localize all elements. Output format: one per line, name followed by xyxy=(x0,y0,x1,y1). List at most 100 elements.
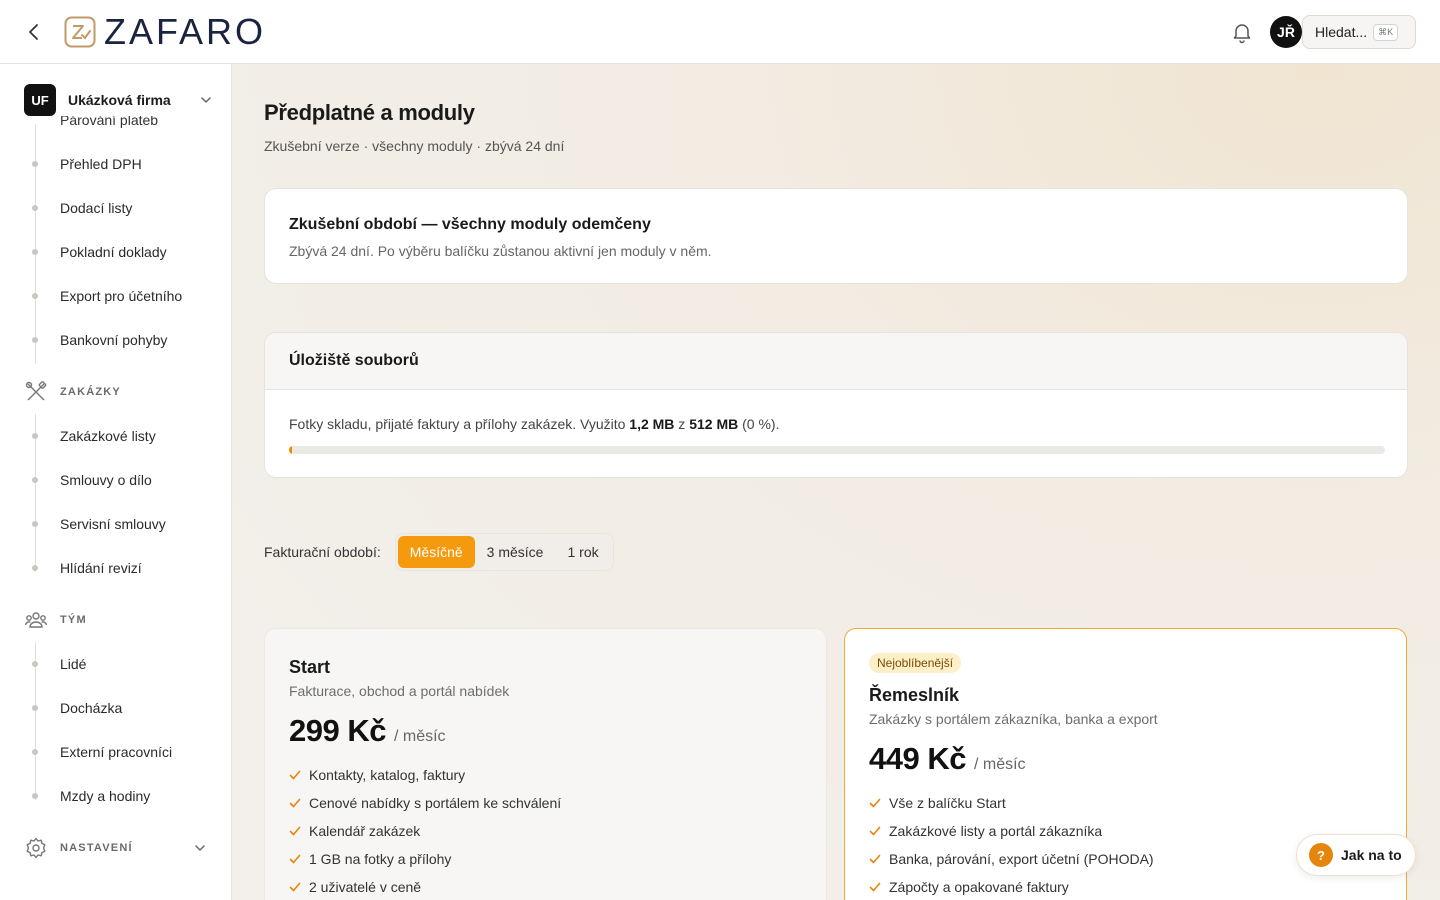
sidebar-item-bankovni-pohyby[interactable]: Bankovní pohyby xyxy=(24,328,167,352)
billing-option-yearly[interactable]: 1 rok xyxy=(555,536,610,568)
plan-card-start[interactable]: Start Fakturace, obchod a portál nabídek… xyxy=(264,628,827,900)
chevron-down-icon xyxy=(198,92,214,108)
check-icon xyxy=(289,826,301,836)
sidebar-item-export-pro-ucetniho[interactable]: Export pro účetního xyxy=(24,284,182,308)
price-amount: 449 Kč xyxy=(869,741,966,776)
plan-name: Řemeslník xyxy=(869,685,960,705)
sidebar-item-smlouvy-o-dilo[interactable]: Smlouvy o dílo xyxy=(24,468,152,492)
sidebar-item-label: Mzdy a hodiny xyxy=(60,788,151,804)
price-period: / měsíc xyxy=(393,728,446,745)
search-button[interactable]: Hledat... ⌘K xyxy=(1302,15,1416,49)
storage-total: 512 MB xyxy=(689,416,739,432)
price-amount: 299 Kč xyxy=(289,713,386,748)
feature-item: Vše z balíčku Start xyxy=(869,789,1154,817)
nav-dot xyxy=(32,205,38,211)
popular-badge: Nejoblíbenější xyxy=(869,653,962,673)
sidebar-item-label: Zakázkové listy xyxy=(60,428,156,444)
check-icon xyxy=(869,798,881,808)
feature-label: Kalendář zakázek xyxy=(309,823,421,839)
sidebar-item-pokladni-doklady[interactable]: Pokladní doklady xyxy=(24,240,167,264)
billing-segmented-control: Měsíčně 3 měsíce 1 rok xyxy=(394,533,614,571)
sidebar-item-lide[interactable]: Lidé xyxy=(24,652,86,676)
billing-period: Fakturační období: Měsíčně 3 měsíce 1 ro… xyxy=(264,533,614,571)
sidebar-item-servisni-smlouvy[interactable]: Servisní smlouvy xyxy=(24,512,166,536)
top-bar: ZAFARO JŘ Hledat... ⌘K xyxy=(0,0,1440,64)
feature-item: Zakázkové listy a portál zákazníka xyxy=(869,817,1154,845)
plan-description: Zakázky s portálem zákazníka, banka a ex… xyxy=(869,711,1158,727)
question-icon: ? xyxy=(1309,843,1333,867)
feature-label: Zakázkové listy a portál zákazníka xyxy=(889,823,1103,839)
section-nastaveni[interactable]: NASTAVENÍ xyxy=(24,836,210,860)
check-icon xyxy=(869,826,881,836)
bell-icon[interactable] xyxy=(1230,20,1254,44)
feature-list: Kontakty, katalog, faktury Cenové nabídk… xyxy=(289,761,561,900)
gear-icon xyxy=(24,836,48,860)
storage-card: Úložiště souborů Fotky skladu, přijaté f… xyxy=(264,332,1408,478)
feature-item: 2 uživatelé v ceně xyxy=(289,873,561,900)
check-icon xyxy=(289,882,301,892)
help-label: Jak na to xyxy=(1341,847,1402,863)
page-subtitle: Zkušební verze · všechny moduly · zbývá … xyxy=(264,138,565,154)
section-label: NASTAVENÍ xyxy=(60,842,133,854)
plan-description: Fakturace, obchod a portál nabídek xyxy=(289,683,510,699)
sidebar-item-dochazka[interactable]: Docházka xyxy=(24,696,122,720)
storage-text-part: (0 %). xyxy=(738,416,780,432)
nav-dot xyxy=(32,161,38,167)
nav-dot xyxy=(32,293,38,299)
billing-option-monthly[interactable]: Měsíčně xyxy=(397,536,475,568)
feature-list: Vše z balíčku Start Zakázkové listy a po… xyxy=(869,789,1154,900)
nav-dot xyxy=(32,749,38,755)
trial-text: Zbývá 24 dní. Po výběru balíčku zůstanou… xyxy=(289,243,712,259)
sidebar-item-hlidani-revizi[interactable]: Hlídání revizí xyxy=(24,556,142,580)
company-badge: UF xyxy=(24,84,56,116)
company-switcher[interactable]: UF Ukázková firma xyxy=(24,84,214,116)
section-label: ZAKÁZKY xyxy=(60,386,121,398)
sidebar-item-label: Servisní smlouvy xyxy=(60,516,166,532)
billing-label: Fakturační období: xyxy=(264,544,381,560)
company-name: Ukázková firma xyxy=(68,92,171,108)
sidebar-item-prehled-dph[interactable]: Přehled DPH xyxy=(24,152,142,176)
sidebar-item-label: Bankovní pohyby xyxy=(60,332,168,348)
sidebar-item-mzdy-a-hodiny[interactable]: Mzdy a hodiny xyxy=(24,784,150,808)
sidebar-item-label: Přehled DPH xyxy=(60,156,142,172)
feature-item: Banka, párování, export účetní (POHODA) xyxy=(869,845,1154,873)
storage-used: 1,2 MB xyxy=(629,416,675,432)
sidebar-item-externi-pracovnici[interactable]: Externí pracovníci xyxy=(24,740,172,764)
check-icon xyxy=(289,770,301,780)
storage-title: Úložiště souborů xyxy=(289,352,419,369)
check-icon xyxy=(869,854,881,864)
nav-dot xyxy=(32,793,38,799)
nav-dot xyxy=(32,705,38,711)
user-avatar[interactable]: JŘ xyxy=(1270,16,1302,48)
check-icon xyxy=(869,882,881,892)
zafaro-logo-mark xyxy=(64,16,96,48)
feature-item: Cenové nabídky s portálem ke schválení xyxy=(289,789,561,817)
section-zakazky[interactable]: ZAKÁZKY xyxy=(24,380,210,404)
search-shortcut: ⌘K xyxy=(1373,23,1399,41)
nav-dot xyxy=(32,565,38,571)
tools-icon xyxy=(24,380,48,404)
nav-dot xyxy=(32,249,38,255)
trial-title: Zkušební období — všechny moduly odemčen… xyxy=(289,216,651,233)
search-label: Hledat... xyxy=(1315,24,1368,40)
billing-option-quarterly[interactable]: 3 měsíce xyxy=(475,536,556,568)
price-period: / měsíc xyxy=(973,756,1026,773)
feature-label: Vše z balíčku Start xyxy=(889,795,1006,811)
nav-dot xyxy=(32,521,38,527)
help-button[interactable]: ? Jak na to xyxy=(1296,834,1416,876)
main-content: Předplatné a moduly Zkušební verze · vše… xyxy=(232,64,1440,900)
feature-label: Banka, párování, export účetní (POHODA) xyxy=(889,851,1154,867)
sidebar-item-dodaci-listy[interactable]: Dodací listy xyxy=(24,196,132,220)
plan-name: Start xyxy=(289,657,331,677)
sidebar-item-label: Externí pracovníci xyxy=(60,744,173,760)
back-chevron-icon[interactable] xyxy=(22,20,46,44)
sidebar-item-label: Docházka xyxy=(60,700,123,716)
section-tym[interactable]: TÝM xyxy=(24,608,210,632)
sidebar-item-label: Smlouvy o dílo xyxy=(60,472,152,488)
feature-item: Kalendář zakázek xyxy=(289,817,561,845)
storage-text-part: z xyxy=(674,416,690,432)
feature-label: Zápočty a opakované faktury xyxy=(889,879,1069,895)
plan-price: 449 Kč / měsíc xyxy=(869,741,1026,777)
sidebar-item-zakazkove-listy[interactable]: Zakázkové listy xyxy=(24,424,156,448)
feature-item: Kontakty, katalog, faktury xyxy=(289,761,561,789)
